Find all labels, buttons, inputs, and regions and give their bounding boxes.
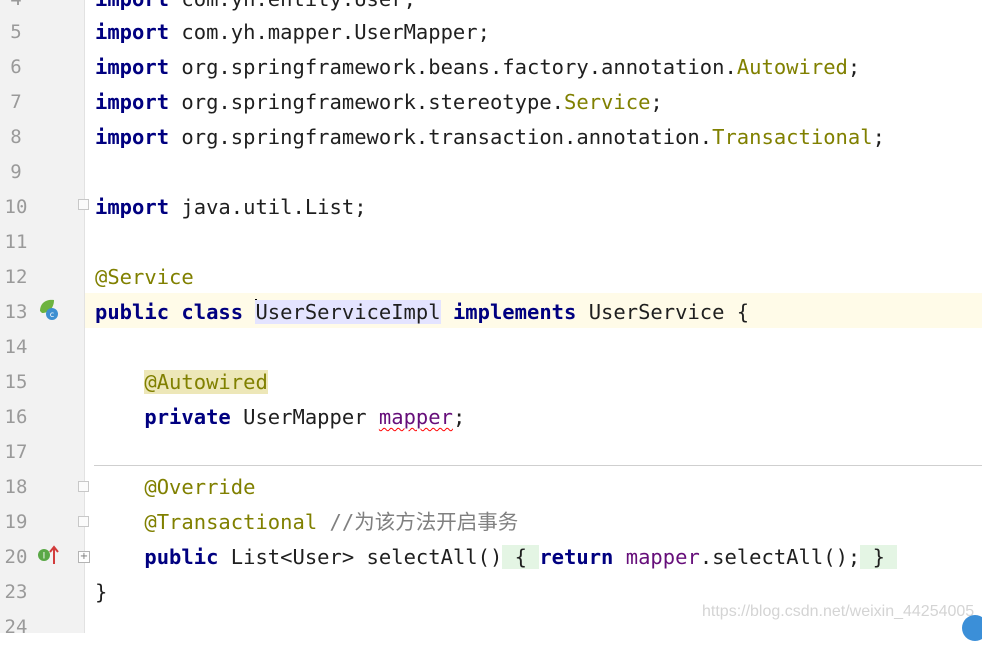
folded-open-brace[interactable]: { <box>502 545 540 569</box>
code-line-18[interactable]: 18 @Override <box>0 470 982 505</box>
method-separator <box>94 465 982 466</box>
code-text: public List<User> selectAll() { return m… <box>95 540 898 575</box>
code-text: import com.yh.mapper.UserMapper; <box>95 20 490 44</box>
line-number: 6 <box>10 56 22 78</box>
expand-fold-icon[interactable]: + <box>78 551 90 563</box>
watermark: https://blog.csdn.net/weixin_44254005 <box>702 603 975 620</box>
implementing-method-icon[interactable]: I <box>36 544 60 568</box>
svg-text:I: I <box>43 552 46 562</box>
code-text: import org.springframework.transaction.a… <box>95 125 885 149</box>
code-line-7[interactable]: 7 import org.springframework.stereotype.… <box>0 85 982 120</box>
code-text: @Autowired <box>144 370 268 394</box>
spring-bean-class-icon[interactable]: c <box>36 297 60 321</box>
code-line-20[interactable]: 20 I + public List<User> selectAll() { r… <box>0 540 982 575</box>
code-line-15[interactable]: 15 @Autowired <box>0 365 982 400</box>
line-number: 23 <box>4 581 28 603</box>
line-number: 7 <box>10 91 22 113</box>
code-line-12[interactable]: 12 @Service <box>0 260 982 295</box>
code-text: public class UserServiceImpl implements … <box>95 299 750 324</box>
folded-close-brace[interactable]: } <box>860 545 898 569</box>
code-text: import org.springframework.beans.factory… <box>95 55 861 79</box>
line-number: 5 <box>10 21 22 43</box>
code-text: import org.springframework.stereotype.Se… <box>95 90 663 114</box>
line-number: 14 <box>4 336 28 358</box>
svg-text:c: c <box>50 310 54 319</box>
code-line-5[interactable]: 5 import com.yh.mapper.UserMapper; <box>0 15 982 50</box>
code-line-11[interactable]: 11 <box>0 225 982 260</box>
code-text: import java.util.List; <box>95 195 367 219</box>
line-number: 17 <box>4 441 28 463</box>
code-text: @Override <box>144 475 256 499</box>
line-number: 15 <box>4 371 28 393</box>
floating-action-icon[interactable] <box>962 615 982 641</box>
code-text: } <box>95 580 108 604</box>
code-line-9[interactable]: 9 <box>0 155 982 190</box>
code-line-6[interactable]: 6 import org.springframework.beans.facto… <box>0 50 982 85</box>
line-number: 13 <box>4 301 28 323</box>
code-line-13[interactable]: 13 c public class UserServiceImpl implem… <box>0 293 982 330</box>
line-number: 11 <box>4 231 28 253</box>
code-text: private UserMapper mapper; <box>144 405 466 429</box>
fold-end-icon[interactable] <box>78 199 89 210</box>
code-text: @Transactional //为该方法开启事务 <box>144 510 519 534</box>
line-number: 19 <box>4 511 28 533</box>
fold-start-icon[interactable] <box>78 481 89 492</box>
line-number: 24 <box>4 616 28 638</box>
line-number: 8 <box>10 126 22 148</box>
code-line-19[interactable]: 19 @Transactional //为该方法开启事务 <box>0 505 982 540</box>
code-line-10[interactable]: 10 import java.util.List; <box>0 190 982 225</box>
line-number: 20 <box>4 546 28 568</box>
line-number: 12 <box>4 266 28 288</box>
code-line-16[interactable]: 16 private UserMapper mapper; <box>0 400 982 435</box>
line-number: 10 <box>4 196 28 218</box>
code-line-14[interactable]: 14 <box>0 330 982 365</box>
code-text: @Service <box>95 265 194 289</box>
line-number: 18 <box>4 476 28 498</box>
code-line-8[interactable]: 8 import org.springframework.transaction… <box>0 120 982 155</box>
fold-end-icon[interactable] <box>78 516 89 527</box>
line-number: 9 <box>10 161 22 183</box>
line-number: 16 <box>4 406 28 428</box>
